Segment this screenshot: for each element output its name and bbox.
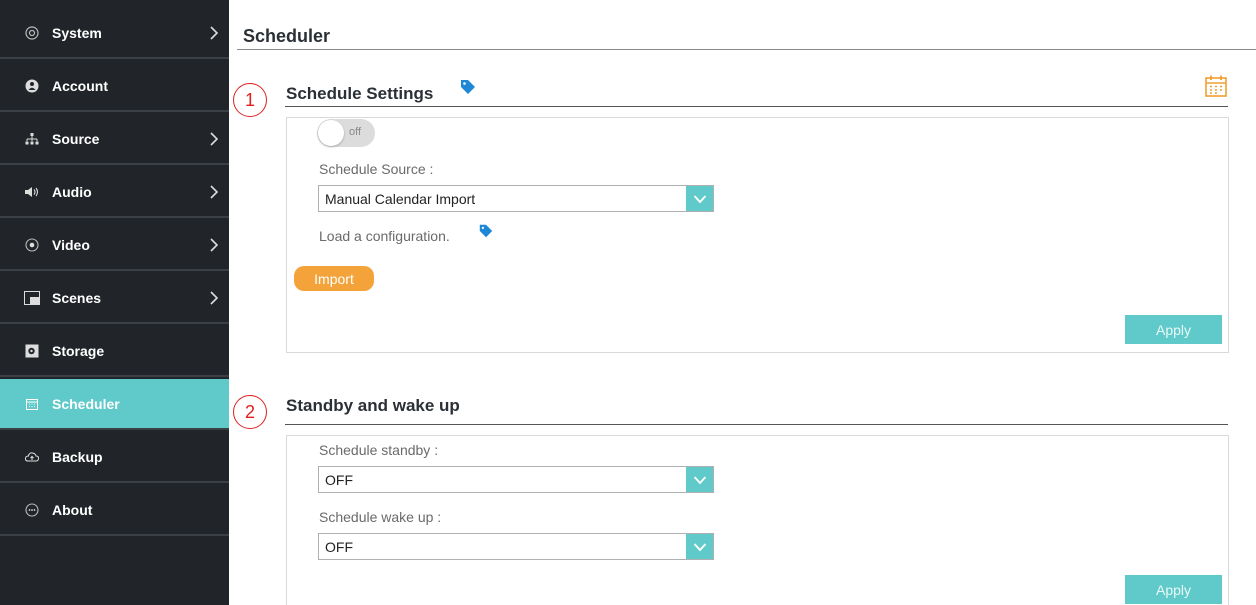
chevron-down-icon[interactable]	[686, 534, 713, 559]
schedule-source-label: Schedule Source :	[319, 161, 434, 177]
schedule-standby-label: Schedule standby :	[319, 442, 439, 458]
chevron-down-icon[interactable]	[686, 467, 713, 492]
account-icon	[24, 78, 40, 94]
sidebar-item-label: Scenes	[52, 289, 102, 306]
sidebar-item-audio[interactable]: Audio	[0, 167, 229, 218]
scenes-icon	[24, 290, 40, 306]
sidebar-item-label: About	[52, 501, 93, 518]
sidebar-item-backup[interactable]: Backup	[0, 432, 229, 483]
schedule-wakeup-select[interactable]: OFF	[318, 533, 714, 560]
source-tree-icon	[24, 131, 40, 147]
sidebar-item-system[interactable]: System	[0, 8, 229, 59]
schedule-source-value: Manual Calendar Import	[325, 191, 476, 207]
storage-icon	[24, 343, 40, 359]
section-divider	[285, 424, 1228, 425]
schedule-wakeup-value: OFF	[325, 539, 353, 555]
chevron-right-icon	[210, 26, 219, 40]
chevron-right-icon	[210, 291, 219, 305]
tag-icon[interactable]	[478, 223, 494, 239]
apply-button[interactable]: Apply	[1125, 575, 1222, 604]
speaker-icon	[24, 184, 40, 200]
callout-marker-1: 1	[233, 83, 267, 117]
schedule-source-select[interactable]: Manual Calendar Import	[318, 185, 714, 212]
chevron-right-icon	[210, 132, 219, 146]
schedule-settings-title: Schedule Settings	[286, 84, 434, 103]
sidebar-item-account[interactable]: Account	[0, 61, 229, 112]
sidebar-item-scheduler[interactable]: Scheduler	[0, 379, 229, 430]
chevron-down-icon[interactable]	[686, 186, 713, 211]
apply-button[interactable]: Apply	[1125, 315, 1222, 344]
section-divider	[285, 106, 1228, 107]
page-title: Scheduler	[243, 26, 331, 46]
schedule-toggle[interactable]: off	[317, 119, 375, 147]
schedule-standby-value: OFF	[325, 472, 353, 488]
backup-icon	[24, 449, 40, 465]
video-icon	[24, 237, 40, 253]
sidebar: System Account Source Audio Video Scenes	[0, 0, 229, 605]
standby-wakeup-panel: Schedule standby : OFF Schedule wake up …	[286, 435, 1229, 605]
sidebar-item-label: Backup	[52, 448, 103, 465]
schedule-settings-panel: off Schedule Source : Manual Calendar Im…	[286, 117, 1229, 353]
tag-icon[interactable]	[459, 78, 477, 96]
calendar-icon[interactable]	[1204, 74, 1228, 98]
schedule-wakeup-label: Schedule wake up :	[319, 509, 442, 525]
sidebar-item-source[interactable]: Source	[0, 114, 229, 165]
sidebar-item-label: Storage	[52, 342, 105, 359]
sidebar-item-storage[interactable]: Storage	[0, 326, 229, 377]
about-icon	[24, 502, 40, 518]
sidebar-item-label: Source	[52, 130, 100, 147]
sidebar-item-label: System	[52, 24, 102, 41]
settings-icon	[24, 25, 40, 41]
toggle-state-label: off	[349, 126, 362, 138]
title-divider	[237, 49, 1256, 50]
import-button[interactable]: Import	[294, 266, 374, 291]
sidebar-item-video[interactable]: Video	[0, 220, 229, 271]
load-configuration-text: Load a configuration.	[319, 228, 450, 244]
chevron-right-icon	[210, 185, 219, 199]
sidebar-item-label: Account	[52, 77, 108, 94]
callout-marker-2: 2	[233, 395, 267, 429]
sidebar-item-label: Scheduler	[52, 395, 120, 412]
sidebar-item-label: Video	[52, 236, 90, 253]
calendar-icon	[24, 396, 40, 412]
sidebar-item-scenes[interactable]: Scenes	[0, 273, 229, 324]
sidebar-item-label: Audio	[52, 183, 92, 200]
sidebar-item-about[interactable]: About	[0, 485, 229, 536]
toggle-knob	[318, 120, 344, 146]
standby-wakeup-title: Standby and wake up	[286, 396, 460, 415]
chevron-right-icon	[210, 238, 219, 252]
schedule-standby-select[interactable]: OFF	[318, 466, 714, 493]
